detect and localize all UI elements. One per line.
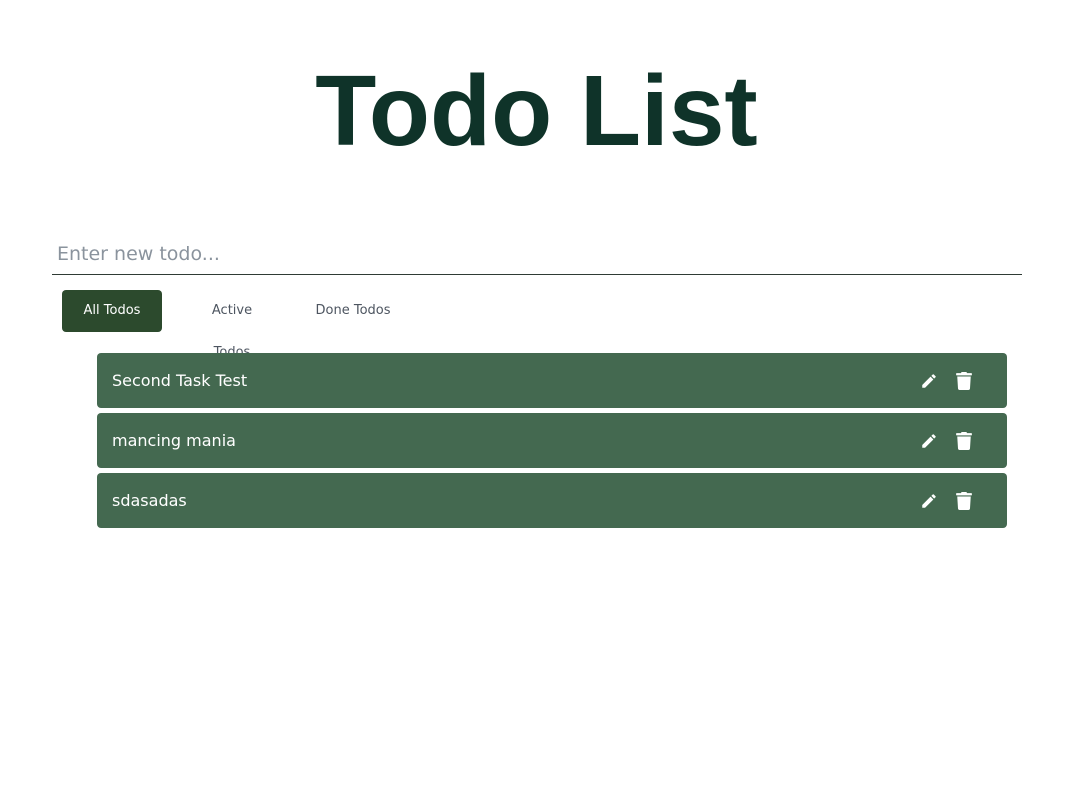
new-todo-input[interactable] xyxy=(52,234,1022,274)
todo-list: Second Task Test mancing mania sdasadas xyxy=(97,353,1007,533)
todo-item[interactable]: mancing mania xyxy=(97,413,1007,468)
pencil-icon[interactable] xyxy=(919,491,939,511)
pencil-icon[interactable] xyxy=(919,431,939,451)
todo-item-actions xyxy=(919,413,974,468)
tab-active-todos[interactable]: Active Todos xyxy=(192,290,272,360)
todo-item-actions xyxy=(919,353,974,408)
page-title: Todo List xyxy=(315,55,758,167)
todo-item-text: mancing mania xyxy=(112,431,236,450)
pencil-icon[interactable] xyxy=(919,371,939,391)
todo-item-text: sdasadas xyxy=(112,491,187,510)
trash-icon[interactable] xyxy=(954,431,974,451)
new-todo-field-wrapper xyxy=(52,234,1022,275)
tab-done-todos[interactable]: Done Todos xyxy=(315,290,391,332)
trash-icon[interactable] xyxy=(954,371,974,391)
filter-tabs: All Todos Active Todos Done Todos xyxy=(62,290,391,360)
tab-all-todos[interactable]: All Todos xyxy=(62,290,162,332)
todo-item[interactable]: sdasadas xyxy=(97,473,1007,528)
todo-item-actions xyxy=(919,473,974,528)
trash-icon[interactable] xyxy=(954,491,974,511)
todo-item-text: Second Task Test xyxy=(112,371,248,390)
todo-item[interactable]: Second Task Test xyxy=(97,353,1007,408)
todo-page: Todo List All Todos Active Todos Done To… xyxy=(0,0,1073,810)
